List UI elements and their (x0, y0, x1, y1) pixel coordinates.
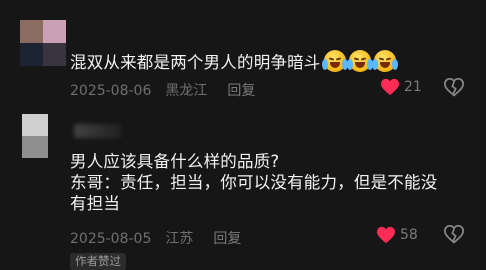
comment-text: 混双从来都是两个男人的明争暗斗 (70, 50, 398, 73)
username-blurred[interactable] (74, 124, 122, 138)
avatar-pixel (43, 20, 66, 43)
reply-button[interactable]: 回复 (213, 228, 241, 248)
comment-body: 混双从来都是两个男人的明争暗斗 (70, 53, 321, 72)
comment-meta: 2025-08-05 江苏 回复 (70, 228, 241, 248)
comment-line: 有担当 (70, 194, 121, 213)
sob-laugh-emoji-icon (346, 50, 373, 72)
avatar[interactable] (20, 20, 66, 66)
avatar-pixel (22, 114, 48, 136)
author-liked-badge: 作者赞过 (70, 253, 126, 270)
like-button[interactable]: 58 (376, 226, 418, 244)
comment-date: 2025-08-06 (70, 83, 152, 99)
comment-date: 2025-08-05 (70, 231, 152, 247)
dislike-broken-heart-icon[interactable] (444, 225, 464, 245)
comment-line: 东哥：责任，担当，你可以没有能力，但是不能没 (70, 173, 438, 192)
comment-location: 江苏 (165, 231, 194, 247)
comment-item[interactable]: 混双从来都是两个男人的明争暗斗 2025-08-06 黑龙江 回复 21 (0, 0, 486, 110)
reply-button[interactable]: 回复 (227, 80, 255, 100)
like-count: 21 (404, 79, 422, 95)
dislike-broken-heart-icon[interactable] (444, 78, 464, 98)
avatar-pixel (20, 43, 43, 66)
like-count: 58 (400, 227, 418, 243)
like-button[interactable]: 21 (380, 78, 422, 96)
sob-laugh-emoji-icon (371, 50, 398, 72)
comment-text: 男人应该具备什么样的品质? 东哥：责任，担当，你可以没有能力，但是不能没 有担当 (70, 151, 437, 214)
comment-item[interactable]: 男人应该具备什么样的品质? 东哥：责任，担当，你可以没有能力，但是不能没 有担当… (0, 110, 486, 270)
heart-icon (377, 226, 395, 244)
heart-icon (381, 78, 399, 96)
sob-laugh-emoji-icon (321, 50, 348, 72)
avatar-pixel (20, 20, 43, 43)
comment-meta: 2025-08-06 黑龙江 回复 (70, 80, 255, 100)
avatar-pixel (43, 43, 66, 66)
avatar-pixel (22, 136, 48, 158)
comment-location: 黑龙江 (165, 83, 208, 99)
avatar[interactable] (22, 114, 48, 158)
comment-line: 男人应该具备什么样的品质? (70, 152, 280, 171)
